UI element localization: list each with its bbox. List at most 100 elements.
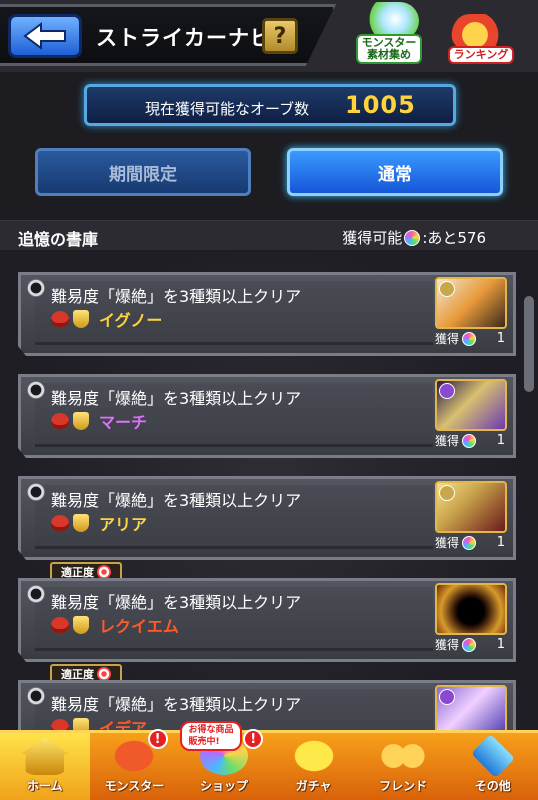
reward-quantity: 1: [496, 433, 505, 448]
header: ストライカーナビ ? モンスター 素材集め ランキング: [0, 0, 538, 72]
mission-text: 難易度「爆絶」を3種類以上クリア: [51, 593, 302, 612]
fit-badge-label: 適正度: [61, 566, 94, 579]
reward-label: 獲得: [435, 434, 460, 448]
monster-portrait: [435, 481, 507, 533]
nav-home-label: ホーム: [26, 779, 63, 793]
trophy-icon: [73, 514, 89, 532]
stage-row: イデア: [51, 715, 147, 730]
section-header: 追憶の書庫 獲得可能 :あと576: [0, 220, 538, 250]
stage-row: マーチ: [51, 409, 147, 433]
orb-icon: [462, 332, 476, 346]
orb-counter: 現在獲得可能なオーブ数 1005: [84, 84, 456, 126]
element-dark-icon: [439, 383, 455, 399]
obtainable-remaining: 獲得可能 :あと576: [342, 227, 486, 248]
bottom-nav: ホーム ! モンスター ! ショップ ガチャ フレンド その他 お得な商品 販売…: [0, 721, 538, 800]
reward-quantity: 1: [496, 637, 505, 652]
monster-portrait: [435, 685, 507, 730]
scrollbar[interactable]: [524, 296, 534, 392]
nav-other-label: その他: [474, 779, 511, 793]
checkbox-ring-icon: [27, 381, 45, 399]
element-dark-icon: [439, 689, 455, 705]
mission-text: 難易度「爆絶」を3種類以上クリア: [51, 491, 302, 510]
reward: 獲得 1: [435, 432, 505, 449]
skull-icon: [51, 311, 69, 327]
mission-text: 難易度「爆絶」を3種類以上クリア: [51, 389, 302, 408]
stage-name: マーチ: [99, 413, 148, 432]
monster-portrait: [435, 277, 507, 329]
alert-icon: !: [147, 729, 168, 749]
orb-counter-label: 現在獲得可能なオーブ数: [145, 100, 310, 118]
monster-portrait: [435, 583, 507, 635]
checkbox-ring-icon: [27, 585, 45, 603]
nav-gacha-label: ガチャ: [295, 779, 332, 793]
nav-home[interactable]: ホーム: [0, 733, 90, 800]
page-title: ストライカーナビ: [96, 26, 272, 50]
orb-icon: [462, 638, 476, 652]
stage-row: レクイエム: [51, 613, 179, 637]
reward-label: 獲得: [435, 332, 460, 346]
target-icon: [97, 565, 111, 579]
nav-monster[interactable]: ! モンスター: [90, 729, 180, 800]
trophy-icon: [73, 310, 89, 328]
mission-card[interactable]: 難易度「爆絶」を3種類以上クリア イグノー 獲得 1: [18, 272, 516, 356]
mission-text: 難易度「爆絶」を3種類以上クリア: [51, 287, 302, 306]
mission-card[interactable]: 難易度「爆絶」を3種類以上クリア マーチ 獲得 1: [18, 374, 516, 458]
reward-quantity: 1: [496, 535, 505, 550]
reward: 獲得 1: [435, 330, 505, 347]
tab-normal[interactable]: 通常: [287, 148, 503, 196]
nav-other[interactable]: その他: [448, 733, 538, 800]
monster-portrait: [435, 379, 507, 431]
orb-icon: [462, 434, 476, 448]
mission-list[interactable]: 難易度「爆絶」を3種類以上クリア イグノー 獲得 1 難易度「爆絶」を3種類以上…: [0, 252, 538, 730]
monster-materials-button[interactable]: モンスター 素材集め: [346, 2, 432, 64]
nav-friend-label: フレンド: [379, 779, 428, 793]
trophy-icon: [73, 412, 89, 430]
nav-friend[interactable]: フレンド: [358, 733, 448, 800]
stage-name: アリア: [99, 515, 148, 534]
stage-row: アリア: [51, 511, 147, 535]
gacha-egg-icon: [289, 737, 338, 775]
target-icon: [97, 667, 111, 681]
tab-limited-time[interactable]: 期間限定: [35, 148, 251, 196]
mission-card[interactable]: 難易度「爆絶」を3種類以上クリア イデア: [18, 680, 516, 730]
checkbox-ring-icon: [27, 687, 45, 705]
nav-shop-label: ショップ: [199, 779, 248, 793]
skull-icon: [51, 413, 69, 429]
reward-label: 獲得: [435, 638, 460, 652]
monster-materials-label: モンスター 素材集め: [355, 34, 423, 64]
section-title: 追憶の書庫: [18, 230, 99, 249]
reward-label: 獲得: [435, 536, 460, 550]
nav-gacha[interactable]: ガチャ: [269, 733, 359, 800]
skull-icon: [51, 617, 69, 633]
checkbox-ring-icon: [27, 483, 45, 501]
element-light-icon: [439, 485, 455, 501]
reward: 獲得 1: [435, 534, 505, 551]
reward-quantity: 1: [496, 331, 505, 346]
stage-row: イグノー: [51, 307, 162, 331]
mission-card[interactable]: 難易度「爆絶」を3種類以上クリア アリア 獲得 1: [18, 476, 516, 560]
obtainable-label: 獲得可能: [342, 229, 403, 247]
mission-text: 難易度「爆絶」を3種類以上クリア: [51, 695, 302, 714]
stage-name: イデア: [99, 719, 148, 730]
mission-card[interactable]: 難易度「爆絶」を3種類以上クリア レクイエム 獲得 1: [18, 578, 516, 662]
checkbox-ring-icon: [27, 279, 45, 297]
nav-monster-label: モンスター: [104, 779, 165, 793]
question-diamond-icon: [470, 734, 515, 778]
stage-name: イグノー: [99, 311, 163, 330]
arrow-left-icon: [23, 22, 66, 50]
fit-badge-label: 適正度: [61, 668, 94, 681]
orb-icon: [462, 536, 476, 550]
sale-bubble: お得な商品 販売中!: [180, 721, 242, 751]
ranking-button[interactable]: ランキング: [438, 2, 524, 64]
ranking-label: ランキング: [447, 46, 515, 64]
friends-icon: [379, 737, 428, 775]
orb-counter-value: 1005: [345, 91, 416, 119]
help-button[interactable]: ?: [262, 18, 298, 54]
reward: 獲得 1: [435, 636, 505, 653]
home-icon: [20, 737, 69, 775]
element-light-icon: [439, 281, 455, 297]
stage-name: レクイエム: [99, 617, 179, 636]
back-button[interactable]: [8, 14, 82, 58]
obtainable-count: :あと576: [422, 229, 486, 247]
alert-icon: !: [243, 729, 264, 749]
